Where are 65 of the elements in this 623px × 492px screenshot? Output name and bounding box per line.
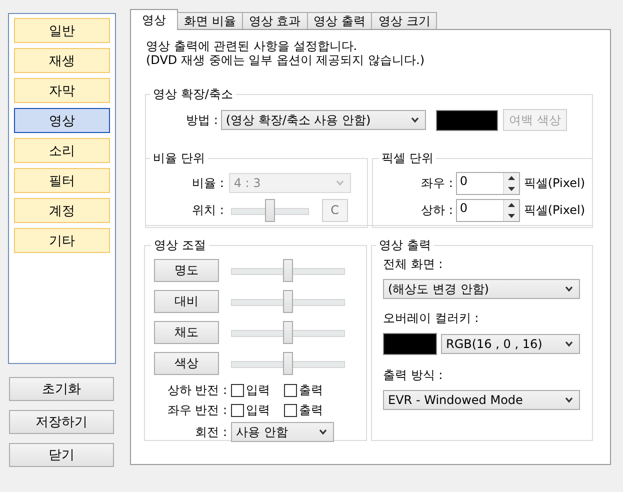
sidebar-button[interactable]: 저장하기: [9, 410, 114, 434]
checkbox-label: 입력: [246, 382, 270, 399]
group-title: 픽셀 단위: [380, 150, 434, 167]
sidebar-button[interactable]: 닫기: [9, 443, 114, 467]
slider-thumb[interactable]: [283, 321, 293, 344]
checkbox-label: 입력: [246, 402, 270, 419]
category-item[interactable]: 영상: [14, 108, 110, 133]
unit-label: 픽셀(Pixel): [524, 202, 585, 219]
chevron-down-icon: [336, 180, 344, 186]
tab[interactable]: 화면 비율: [177, 12, 243, 29]
checkbox[interactable]: [284, 404, 297, 417]
chevron-down-icon: [319, 429, 327, 435]
category-item[interactable]: 소리: [14, 138, 110, 163]
dropdown[interactable]: RGB(16 , 0 , 16): [441, 334, 580, 354]
slider-thumb[interactable]: [264, 199, 275, 222]
slider-thumb[interactable]: [283, 352, 293, 375]
sidebar-button[interactable]: 초기화: [9, 377, 114, 401]
checkbox[interactable]: [231, 384, 244, 397]
group-title: 영상 조절: [153, 237, 207, 254]
field-label: 좌우 반전 :: [166, 402, 227, 419]
checkbox-label: 출력: [299, 382, 323, 399]
color-swatch[interactable]: [383, 333, 437, 355]
unit-label: 픽셀(Pixel): [524, 175, 585, 192]
field-label: 상하 :: [421, 202, 453, 219]
field-label: 전체 화면 :: [383, 256, 444, 273]
tab[interactable]: 영상 출력: [306, 12, 372, 29]
slider-thumb[interactable]: [283, 259, 293, 282]
tab[interactable]: 영상 크기: [371, 12, 438, 29]
category-item[interactable]: 기타: [14, 228, 110, 253]
adjust-button[interactable]: 대비: [154, 290, 219, 312]
group-title: 비율 단위: [152, 150, 206, 167]
group-title: 영상 출력: [378, 237, 432, 254]
description-text: 영상 출력에 관련된 사항을 설정합니다. (DVD 재생 중에는 일부 옵션이 제공되지 않습니다.): [146, 39, 426, 67]
tab[interactable]: 영상: [130, 9, 178, 30]
field-label: 회전 :: [194, 424, 227, 440]
checkbox[interactable]: [284, 384, 297, 397]
category-item[interactable]: 필터: [14, 168, 110, 193]
checkbox-label: 출력: [299, 402, 323, 419]
field-label: 비율 :: [192, 174, 224, 192]
adjust-button[interactable]: 채도: [154, 320, 219, 344]
dropdown[interactable]: (해상도 변경 안함): [383, 279, 580, 299]
color-swatch[interactable]: [436, 110, 498, 130]
category-item[interactable]: 일반: [14, 18, 110, 43]
adjust-button[interactable]: 명도: [154, 258, 219, 282]
dropdown[interactable]: EVR - Windowed Mode: [383, 390, 580, 410]
chevron-down-icon: [565, 341, 573, 347]
dropdown[interactable]: 사용 안함: [231, 422, 334, 442]
dropdown[interactable]: (영상 확장/축소 사용 안함): [220, 110, 426, 130]
field-label: 출력 방식 :: [383, 367, 444, 384]
field-label: 좌우 :: [421, 175, 453, 192]
tab[interactable]: 영상 효과: [242, 12, 308, 29]
field-label: 오버레이 컬러키 :: [383, 310, 480, 327]
adjust-button[interactable]: 색상: [154, 352, 219, 374]
chevron-down-icon: [410, 117, 419, 123]
chevron-down-icon: [565, 397, 573, 403]
field-label: 위치 :: [192, 202, 224, 218]
category-item[interactable]: 재생: [14, 48, 110, 73]
category-item[interactable]: 계정: [14, 198, 110, 223]
checkbox[interactable]: [231, 404, 244, 417]
field-label: 상하 반전 :: [166, 382, 227, 399]
chevron-down-icon: [565, 286, 573, 292]
slider-thumb[interactable]: [283, 290, 293, 313]
category-item[interactable]: 자막: [14, 78, 110, 103]
field-label: 방법 :: [186, 112, 218, 128]
group-title: 영상 확장/축소: [152, 86, 234, 103]
